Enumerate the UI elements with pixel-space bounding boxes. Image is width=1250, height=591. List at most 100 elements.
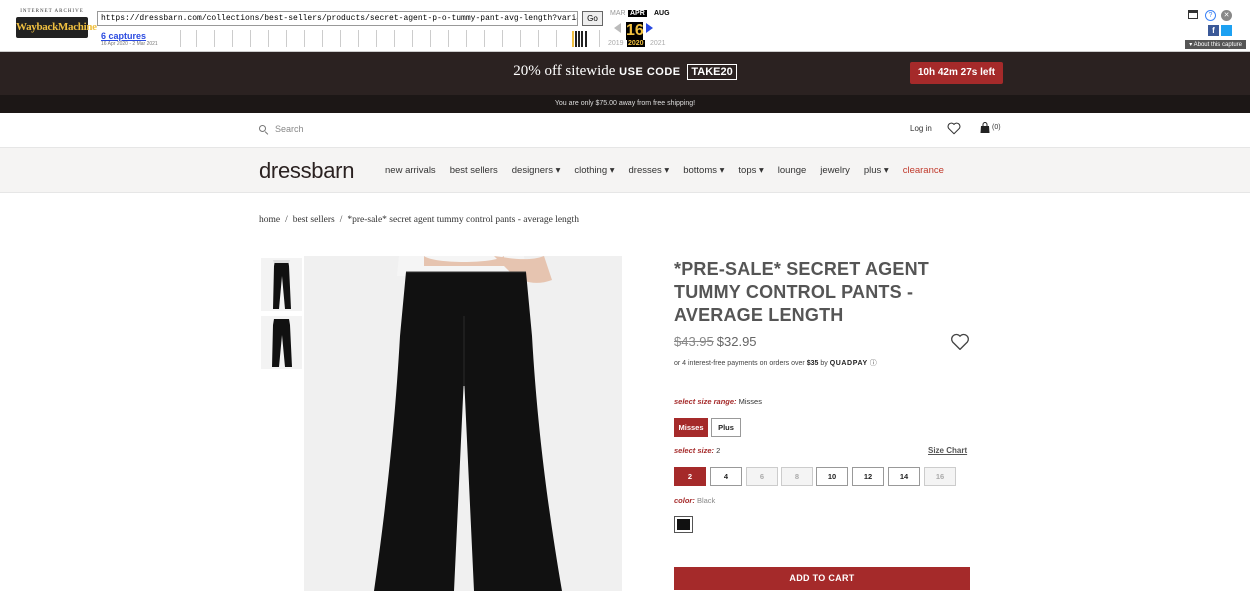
size-range-label-key: select size range: [674, 397, 737, 406]
product-title: *PRE-SALE* SECRET AGENT TUMMY CONTROL PA… [674, 259, 929, 325]
close-icon[interactable]: ✕ [1221, 10, 1232, 21]
color-label-value: Black [696, 496, 716, 505]
search-icon [259, 125, 266, 132]
promo-countdown: 10h 42m 27s left [910, 62, 1003, 84]
wayback-sparkline [572, 31, 588, 47]
wayback-month-prev[interactable]: MAR [610, 10, 626, 17]
size-range-plus-button[interactable]: Plus [711, 418, 741, 437]
calendar-icon[interactable] [1188, 10, 1198, 19]
breadcrumb-current: *pre-sale* secret agent tummy control pa… [347, 215, 579, 225]
main-nav: dressbarn new arrivals best sellers desi… [0, 147, 1250, 193]
wayback-next-arrow-icon[interactable] [646, 23, 653, 33]
pants-thumbnail-image [273, 260, 291, 309]
wayback-logo-top: INTERNET ARCHIVE [20, 9, 84, 14]
pants-back-thumbnail-image [272, 319, 292, 367]
free-shipping-notice: You are only $75.00 away from free shipp… [0, 95, 1250, 113]
wayback-logo-main: WaybackMachine [16, 17, 97, 38]
wayback-year-prev[interactable]: 2019 [608, 40, 624, 47]
shopping-bag-icon[interactable] [980, 122, 990, 133]
installments-amount: $35 [806, 360, 819, 367]
search-placeholder: Search [275, 124, 304, 134]
promo-code-label: USE CODE [619, 66, 681, 78]
add-to-cart-button[interactable]: ADD TO CART [674, 567, 970, 590]
wishlist-heart-icon[interactable] [947, 122, 961, 135]
wayback-about-label: About this capture [1193, 42, 1242, 48]
size-chart-link[interactable]: Size Chart [928, 446, 967, 455]
facebook-icon[interactable]: f [1208, 25, 1219, 36]
utility-bar: Search Log in (0) [0, 113, 1250, 147]
wayback-logo[interactable]: INTERNET ARCHIVE WaybackMachine [16, 9, 97, 45]
wayback-prev-arrow-icon[interactable] [614, 23, 621, 33]
wayback-year-current: 2020 [627, 40, 645, 47]
dressbarn-logo[interactable]: dressbarn [259, 158, 354, 184]
twitter-icon[interactable] [1221, 25, 1232, 36]
breadcrumb: home / best sellers / *pre-sale* secret agen… [259, 215, 579, 225]
promo-code: TAKE20 [687, 64, 737, 80]
size-14-button[interactable]: 14 [888, 467, 920, 486]
color-label-key: color: [674, 496, 695, 505]
wayback-captures-link[interactable]: 6 captures [101, 31, 146, 41]
wayback-go-button[interactable]: Go [582, 11, 603, 26]
wayback-calendar: MAR APR AUG 16 2019 2020 2021 [608, 6, 688, 50]
wayback-timeline[interactable] [180, 30, 600, 47]
size-label: select size: 2 [674, 446, 720, 455]
bag-count[interactable]: (0) [992, 124, 1001, 131]
original-price: $43.95 [674, 334, 714, 349]
nav-item-tops[interactable]: tops ▾ [738, 165, 763, 176]
size-6-button[interactable]: 6 [746, 467, 778, 486]
wayback-capture-range: 16 Apr 2020 - 2 Mar 2021 [101, 41, 158, 47]
wayback-about-capture[interactable]: ▾ About this capture [1185, 40, 1246, 49]
nav-item-lounge[interactable]: lounge [778, 165, 807, 176]
product-main-image[interactable] [304, 256, 622, 591]
installments-by: by [820, 360, 828, 367]
color-label: color: Black [674, 496, 715, 505]
promo-headline: 20% off sitewide [513, 63, 616, 79]
add-to-wishlist-heart-icon[interactable] [950, 333, 970, 351]
size-8-button[interactable]: 8 [781, 467, 813, 486]
size-4-button[interactable]: 4 [710, 467, 742, 486]
size-16-button[interactable]: 16 [924, 467, 956, 486]
nav-item-jewelry[interactable]: jewelry [820, 165, 850, 176]
size-range-label: select size range: Misses [674, 397, 762, 406]
size-label-value: 2 [716, 446, 721, 455]
wayback-toolbar: INTERNET ARCHIVE WaybackMachine https://… [0, 0, 1250, 52]
size-10-button[interactable]: 10 [816, 467, 848, 486]
size-range-misses-button[interactable]: Misses [674, 418, 708, 437]
nav-menu: new arrivals best sellers designers ▾ cl… [385, 165, 944, 176]
nav-item-clothing[interactable]: clothing ▾ [574, 165, 614, 176]
wayback-month-next[interactable]: AUG [654, 10, 670, 17]
breadcrumb-home[interactable]: home [259, 215, 280, 225]
wayback-month-current: APR [628, 10, 647, 17]
help-icon[interactable]: ? [1205, 10, 1216, 21]
size-label-key: select size: [674, 446, 715, 455]
promo-banner: 20% off sitewide USE CODE TAKE20 10h 42m… [0, 52, 1250, 95]
breadcrumb-best-sellers[interactable]: best sellers [293, 215, 335, 225]
product-price: $43.95 $32.95 [674, 334, 757, 349]
size-range-label-value: Misses [738, 397, 762, 406]
nav-item-dresses[interactable]: dresses ▾ [629, 165, 670, 176]
size-12-button[interactable]: 12 [852, 467, 884, 486]
nav-item-designers[interactable]: designers ▾ [512, 165, 561, 176]
wayback-year-next[interactable]: 2021 [650, 40, 666, 47]
login-link[interactable]: Log in [910, 124, 932, 133]
nav-item-bottoms[interactable]: bottoms ▾ [683, 165, 724, 176]
product-thumbnail[interactable] [261, 258, 302, 311]
wayback-day: 16 [626, 22, 644, 40]
pants-main-image [304, 256, 622, 591]
color-swatch-fill [677, 519, 690, 530]
installments-text: or 4 interest-free payments on orders ov… [674, 360, 805, 367]
info-icon[interactable]: ⓘ [870, 360, 877, 367]
promo-text: 20% off sitewide USE CODE TAKE20 [0, 63, 1250, 80]
quadpay-logo: QUADPAY [829, 360, 868, 367]
nav-item-plus[interactable]: plus ▾ [864, 165, 889, 176]
wayback-url-input[interactable]: https://dressbarn.com/collections/best-s… [97, 11, 578, 26]
search-input[interactable]: Search [259, 124, 304, 134]
color-swatch-black[interactable] [674, 516, 693, 533]
sale-price: $32.95 [716, 334, 757, 349]
installments-note: or 4 interest-free payments on orders ov… [674, 358, 877, 368]
nav-item-clearance[interactable]: clearance [903, 165, 944, 176]
nav-item-best-sellers[interactable]: best sellers [450, 165, 498, 176]
nav-item-new-arrivals[interactable]: new arrivals [385, 165, 436, 176]
product-thumbnail[interactable] [261, 316, 302, 369]
size-2-button[interactable]: 2 [674, 467, 706, 486]
